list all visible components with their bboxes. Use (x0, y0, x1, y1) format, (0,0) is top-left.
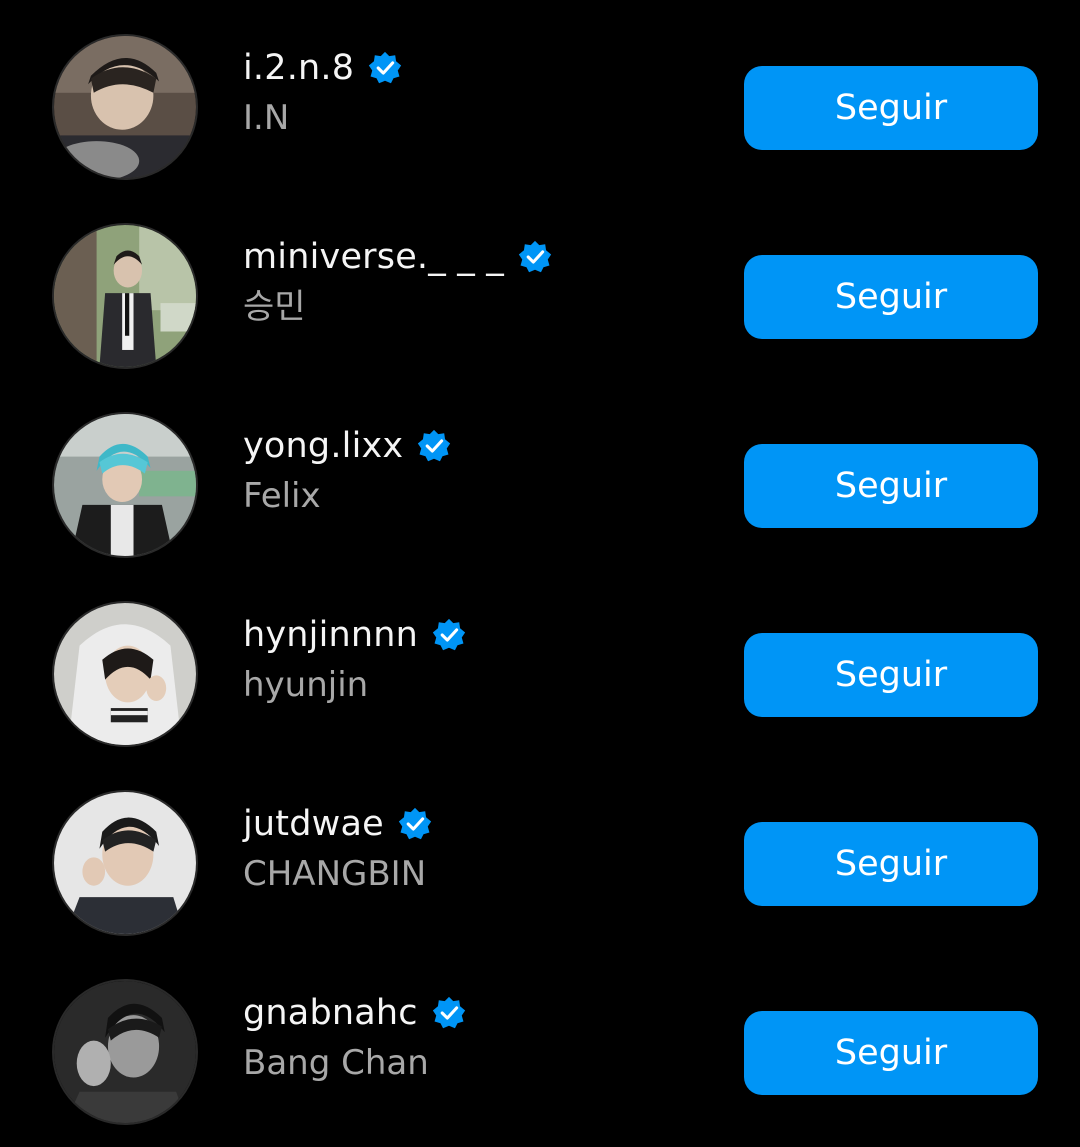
username-line: gnabnahc (243, 991, 466, 1035)
avatar[interactable] (52, 412, 198, 558)
full-name: 승민 (243, 287, 306, 327)
follow-button[interactable]: Seguir (744, 633, 1038, 717)
username[interactable]: jutdwae (243, 804, 384, 844)
follow-button[interactable]: Seguir (744, 822, 1038, 906)
username-line: jutdwae (243, 802, 432, 846)
full-name: hyunjin (243, 665, 369, 705)
avatar[interactable] (52, 34, 198, 180)
suggested-accounts-list: i.2.n.8 I.N Seguir miniverse._ _ _ 승민 Se… (0, 0, 1080, 1147)
profile-photo-icon (54, 603, 196, 745)
account-row[interactable]: miniverse._ _ _ 승민 Seguir (0, 223, 1080, 383)
username[interactable]: gnabnahc (243, 993, 418, 1033)
profile-photo-icon (54, 981, 196, 1123)
username[interactable]: miniverse._ _ _ (243, 237, 504, 277)
avatar[interactable] (52, 790, 198, 936)
account-row[interactable]: yong.lixx Felix Seguir (0, 412, 1080, 572)
follow-button[interactable]: Seguir (744, 66, 1038, 150)
verified-badge-icon (432, 996, 466, 1030)
username-line: hynjinnnn (243, 613, 466, 657)
username-line: i.2.n.8 (243, 46, 402, 90)
verified-badge-icon (417, 429, 451, 463)
username[interactable]: i.2.n.8 (243, 48, 354, 88)
verified-badge-icon (432, 618, 466, 652)
full-name: CHANGBIN (243, 854, 427, 894)
username-line: miniverse._ _ _ (243, 235, 552, 279)
verified-badge-icon (368, 51, 402, 85)
verified-badge-icon (398, 807, 432, 841)
profile-photo-icon (54, 414, 196, 556)
full-name: Bang Chan (243, 1043, 429, 1083)
profile-photo-icon (54, 225, 196, 367)
username[interactable]: yong.lixx (243, 426, 403, 466)
follow-button[interactable]: Seguir (744, 255, 1038, 339)
full-name: I.N (243, 98, 290, 138)
avatar[interactable] (52, 223, 198, 369)
avatar[interactable] (52, 979, 198, 1125)
profile-photo-icon (54, 36, 196, 178)
full-name: Felix (243, 476, 321, 516)
account-row[interactable]: gnabnahc Bang Chan Seguir (0, 979, 1080, 1139)
username-line: yong.lixx (243, 424, 451, 468)
follow-button[interactable]: Seguir (744, 1011, 1038, 1095)
follow-button[interactable]: Seguir (744, 444, 1038, 528)
verified-badge-icon (518, 240, 552, 274)
avatar[interactable] (52, 601, 198, 747)
username[interactable]: hynjinnnn (243, 615, 418, 655)
profile-photo-icon (54, 792, 196, 934)
account-row[interactable]: jutdwae CHANGBIN Seguir (0, 790, 1080, 950)
account-row[interactable]: i.2.n.8 I.N Seguir (0, 34, 1080, 194)
account-row[interactable]: hynjinnnn hyunjin Seguir (0, 601, 1080, 761)
